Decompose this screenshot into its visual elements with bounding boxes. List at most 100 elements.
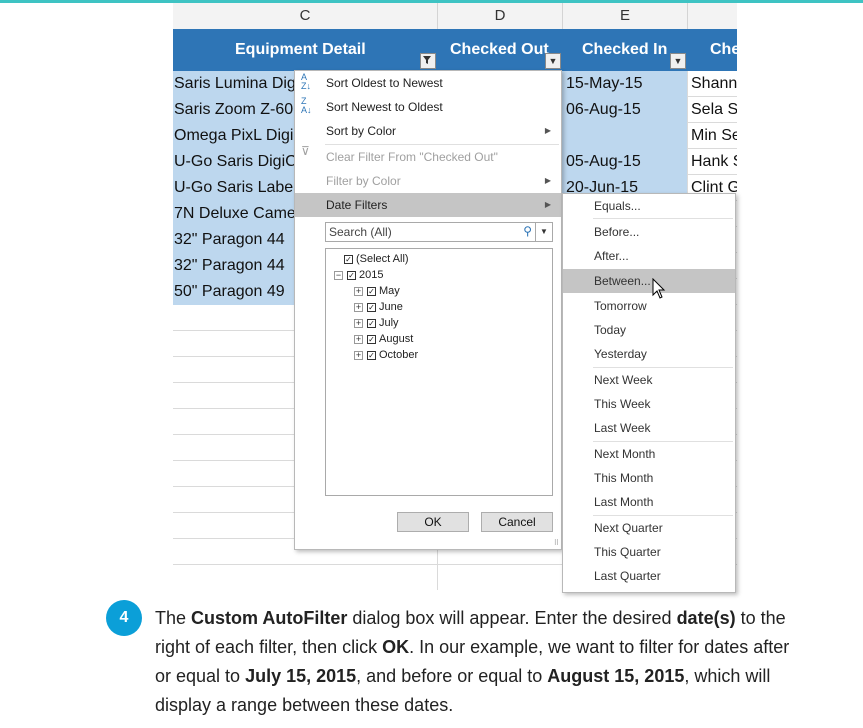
sort-descending-icon: Z A↓ bbox=[301, 96, 312, 115]
submenu-item-label: This Quarter bbox=[594, 545, 661, 559]
submenu-item-this-week[interactable]: This Week bbox=[563, 392, 735, 416]
submenu-item-this-month[interactable]: This Month bbox=[563, 466, 735, 490]
menu-item-filter-by-color[interactable]: Filter by Color ▶ bbox=[295, 169, 561, 193]
cancel-button[interactable]: Cancel bbox=[481, 512, 553, 532]
tree-item-month[interactable]: + ✓ July bbox=[354, 315, 399, 331]
expand-icon[interactable]: + bbox=[354, 286, 363, 296]
menu-item-label: Filter by Color bbox=[326, 174, 401, 188]
submenu-item-next-month[interactable]: Next Month bbox=[563, 442, 735, 466]
cell-checked-by[interactable]: Hank S bbox=[688, 149, 737, 175]
submenu-item-last-quarter[interactable]: Last Quarter bbox=[563, 564, 735, 588]
cell-checked-in[interactable]: 05-Aug-15 bbox=[562, 149, 687, 175]
submenu-item-label: This Month bbox=[594, 471, 654, 485]
submenu-item-last-week[interactable]: Last Week bbox=[563, 416, 735, 440]
collapse-icon[interactable]: − bbox=[334, 270, 343, 280]
column-header-f[interactable] bbox=[688, 3, 737, 30]
autofilter-menu: A Z↓ Sort Oldest to Newest Z A↓ Sort Newes… bbox=[294, 70, 562, 550]
menu-item-clear-filter[interactable]: ⊽ Clear Filter From "Checked Out" bbox=[295, 145, 561, 169]
header-checked-in: Checked In bbox=[582, 41, 668, 58]
tree-item-month[interactable]: + ✓ May bbox=[354, 283, 400, 299]
header-equipment-detail: Equipment Detail bbox=[235, 41, 366, 58]
submenu-item-next-quarter[interactable]: Next Quarter bbox=[563, 516, 735, 540]
cell-checked-in[interactable]: 06-Aug-15 bbox=[562, 97, 687, 123]
instr-bold: Custom AutoFilter bbox=[191, 608, 348, 628]
menu-item-label: Date Filters bbox=[326, 198, 388, 212]
checkbox-checked[interactable]: ✓ bbox=[367, 302, 376, 312]
sort-ascending-icon: A Z↓ bbox=[301, 72, 311, 91]
step-instructions: The Custom AutoFilter dialog box will ap… bbox=[155, 604, 795, 720]
menu-item-sort-by-color[interactable]: Sort by Color ▶ bbox=[295, 119, 561, 143]
column-header-e[interactable]: E bbox=[563, 3, 688, 30]
expand-icon[interactable]: + bbox=[354, 334, 363, 344]
submenu-item-after[interactable]: After... bbox=[563, 244, 735, 268]
submenu-item-label: Tomorrow bbox=[594, 299, 647, 313]
submenu-item-this-quarter[interactable]: This Quarter bbox=[563, 540, 735, 564]
header-checked-by: Che bbox=[710, 41, 737, 58]
cell-checked-by[interactable]: Min Se bbox=[688, 123, 737, 149]
tree-item-label: May bbox=[379, 285, 400, 297]
menu-item-sort-oldest[interactable]: A Z↓ Sort Oldest to Newest bbox=[295, 71, 561, 95]
expand-icon[interactable]: + bbox=[354, 318, 363, 328]
submenu-item-label: Last Month bbox=[594, 495, 654, 509]
tree-item-month[interactable]: + ✓ October bbox=[354, 347, 418, 363]
tree-item-month[interactable]: + ✓ June bbox=[354, 299, 403, 315]
submenu-item-label: This Week bbox=[594, 397, 651, 411]
step-number-badge: 4 bbox=[106, 600, 142, 636]
filter-search-input[interactable]: Search (All) ⚲ ▼ bbox=[325, 222, 553, 242]
chevron-right-icon: ▶ bbox=[544, 200, 551, 209]
filter-dropdown-button-e[interactable]: ▼ bbox=[670, 53, 686, 69]
submenu-item-between[interactable]: Between... bbox=[563, 269, 735, 293]
submenu-item-before[interactable]: Before... bbox=[563, 220, 735, 244]
chevron-right-icon: ▶ bbox=[544, 176, 551, 185]
menu-item-label: Sort Oldest to Newest bbox=[326, 76, 443, 90]
tree-item-label: October bbox=[379, 349, 419, 361]
instr-text: , and before or equal to bbox=[356, 666, 548, 686]
chevron-right-icon: ▶ bbox=[544, 126, 551, 135]
ok-button[interactable]: OK bbox=[397, 512, 469, 532]
search-dropdown-button[interactable]: ▼ bbox=[535, 223, 552, 241]
tree-item-year[interactable]: − ✓ 2015 bbox=[334, 267, 383, 283]
tree-item-select-all[interactable]: ✓ (Select All) bbox=[344, 251, 409, 267]
checkbox-checked[interactable]: ✓ bbox=[347, 270, 356, 280]
checkbox-checked[interactable]: ✓ bbox=[367, 334, 376, 344]
column-header-d[interactable]: D bbox=[438, 3, 563, 30]
filter-active-button-c[interactable] bbox=[420, 53, 436, 69]
tree-item-label: (Select All) bbox=[356, 253, 409, 265]
submenu-item-label: After... bbox=[594, 249, 629, 263]
submenu-item-tomorrow[interactable]: Tomorrow bbox=[563, 294, 735, 318]
cell-checked-by[interactable]: Shann bbox=[688, 71, 737, 97]
menu-item-label: Sort by Color bbox=[326, 124, 397, 138]
expand-icon[interactable]: + bbox=[354, 302, 363, 312]
date-filters-submenu: Equals... Before... After... Between... … bbox=[562, 193, 736, 593]
mouse-cursor-icon bbox=[652, 278, 666, 299]
resize-grip-icon[interactable]: ⠿ bbox=[554, 539, 559, 547]
cell-checked-in[interactable]: 15-May-15 bbox=[562, 71, 687, 97]
submenu-item-label: Next Week bbox=[594, 373, 653, 387]
checkbox-checked[interactable]: ✓ bbox=[367, 350, 376, 360]
submenu-item-equals[interactable]: Equals... bbox=[563, 194, 735, 218]
tree-item-label: 2015 bbox=[359, 269, 384, 281]
menu-item-date-filters[interactable]: Date Filters ▶ bbox=[295, 193, 561, 217]
submenu-item-next-week[interactable]: Next Week bbox=[563, 368, 735, 392]
submenu-item-label: Today bbox=[594, 323, 627, 337]
checkbox-checked[interactable]: ✓ bbox=[367, 318, 376, 328]
cell-checked-by[interactable]: Sela Sl bbox=[688, 97, 737, 123]
table-header-row: Equipment Detail Checked Out ▼ Checked I… bbox=[173, 29, 737, 71]
checkbox-checked[interactable]: ✓ bbox=[367, 286, 376, 296]
submenu-item-today[interactable]: Today bbox=[563, 318, 735, 342]
cell-checked-in[interactable] bbox=[562, 123, 687, 149]
submenu-item-label: Yesterday bbox=[594, 347, 647, 361]
menu-separator bbox=[593, 218, 733, 219]
instr-text: dialog box will appear. Enter the desire… bbox=[347, 608, 677, 628]
expand-icon[interactable]: + bbox=[354, 350, 363, 360]
filter-dropdown-button-d[interactable]: ▼ bbox=[545, 53, 561, 69]
menu-item-sort-newest[interactable]: Z A↓ Sort Newest to Oldest bbox=[295, 95, 561, 119]
tree-item-label: July bbox=[379, 317, 399, 329]
submenu-item-yesterday[interactable]: Yesterday bbox=[563, 342, 735, 366]
checkbox-checked[interactable]: ✓ bbox=[344, 254, 353, 264]
submenu-item-last-month[interactable]: Last Month bbox=[563, 490, 735, 514]
filter-funnel-icon bbox=[423, 56, 431, 64]
column-header-c[interactable]: C bbox=[173, 3, 438, 30]
instr-bold: OK bbox=[382, 637, 410, 657]
tree-item-month[interactable]: + ✓ August bbox=[354, 331, 413, 347]
